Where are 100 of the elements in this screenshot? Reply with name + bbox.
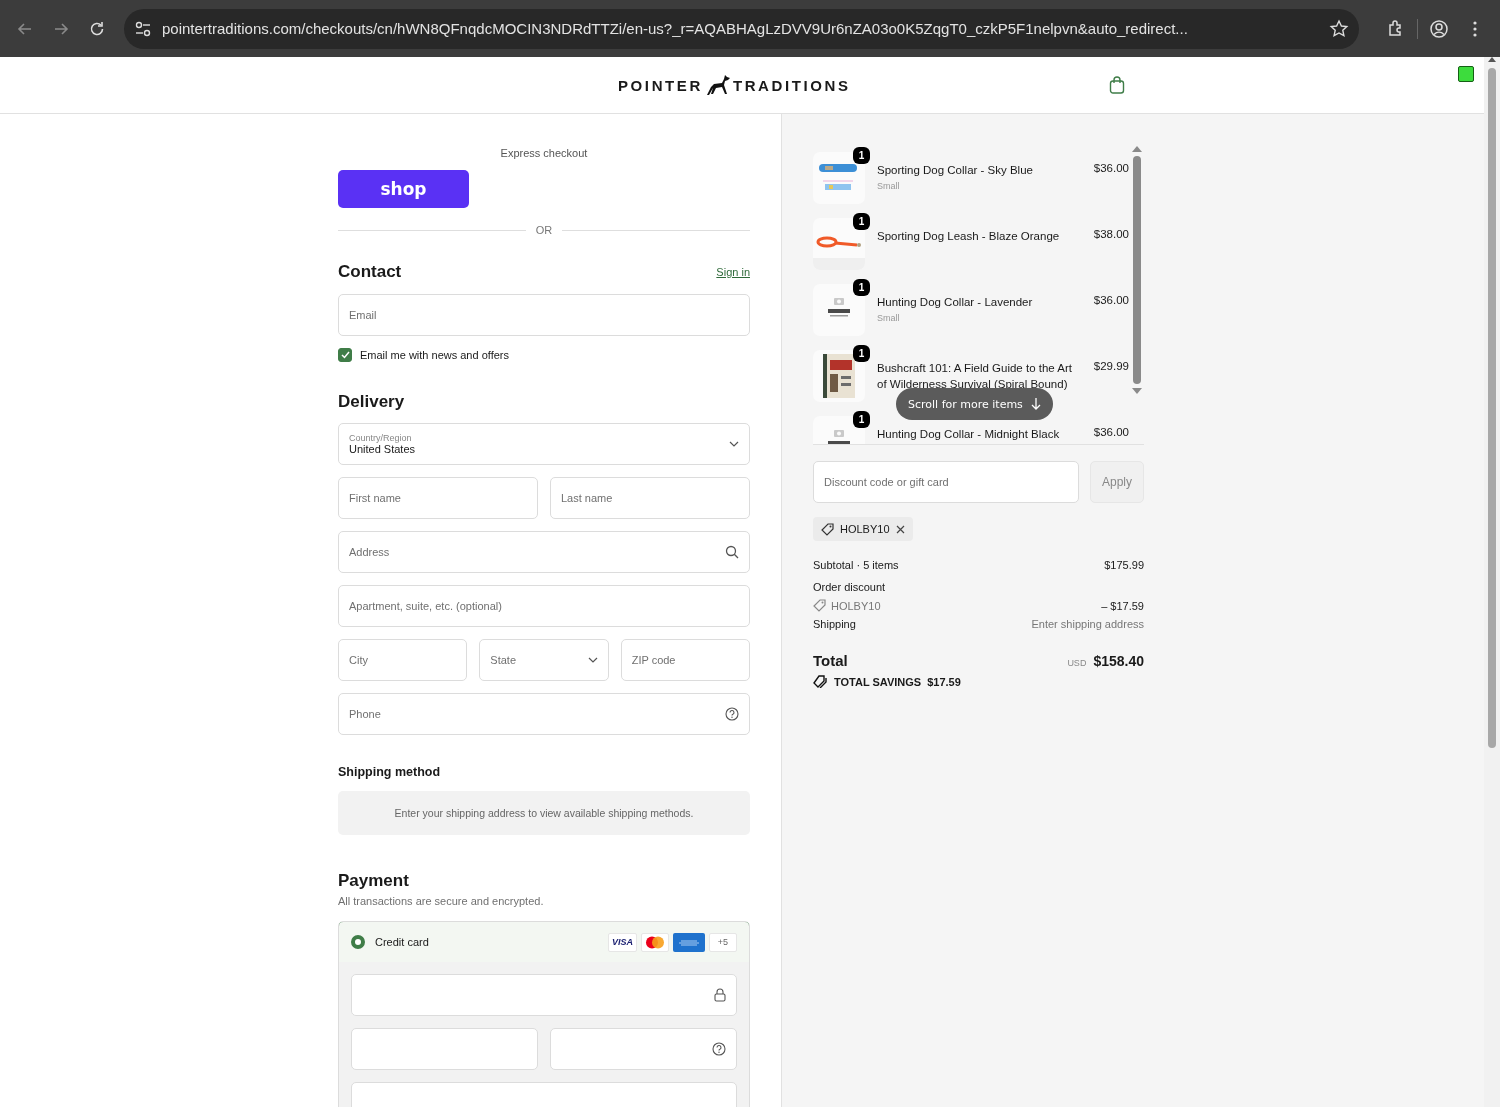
input-field[interactable]: Address <box>338 531 750 573</box>
total-label: Total <box>813 652 848 669</box>
site-settings-icon[interactable] <box>134 19 152 38</box>
input-field[interactable] <box>351 1028 538 1070</box>
input-field[interactable]: Phone <box>338 693 750 735</box>
payment-option[interactable]: Credit card VISA +5 <box>339 922 749 963</box>
url-text: pointertraditions.com/checkouts/cn/hWN8QFnqdcMOCIN3NDRdTTZi/en-us?_r=AQABHAgLzDVV9Ur6nZA03o0K5ZqgT0_czkP5F1nelpvn&auto_redirect... <box>162 20 1189 37</box>
product-price: $36.00 <box>1093 425 1129 438</box>
remove-icon[interactable] <box>895 524 905 534</box>
product-price: $38.00 <box>1093 227 1129 240</box>
field-value: United States <box>349 443 416 455</box>
placeholder-text: City <box>349 654 368 666</box>
input-field[interactable]: First name <box>338 477 538 519</box>
placeholder-text: Discount code or gift card <box>824 476 949 488</box>
input-field[interactable]: City <box>338 639 468 681</box>
product-variant: Small <box>877 313 901 323</box>
profile-icon[interactable] <box>1429 18 1449 39</box>
input-field[interactable]: Apartment, suite, etc. (optional) <box>338 585 750 627</box>
input-field[interactable] <box>550 1028 737 1070</box>
savings-amount: $17.59 <box>927 675 961 688</box>
savings-label: TOTAL SAVINGS <box>834 675 922 688</box>
checkbox-label: Email me with news and offers <box>360 349 509 361</box>
checkbox[interactable] <box>338 348 352 362</box>
product-name: Hunting Dog Collar - Midnight Black <box>877 427 1061 442</box>
lock-icon <box>714 988 726 1002</box>
product-price: $36.00 <box>1093 293 1129 306</box>
extension-indicator-icon <box>1458 66 1474 82</box>
scroll-up-icon[interactable] <box>1132 146 1142 152</box>
product-name: Sporting Dog Leash - Blaze Orange <box>877 229 1061 244</box>
quantity-badge: 1 <box>853 279 870 296</box>
total-amount: $158.40 <box>1093 652 1144 669</box>
currency-code: USD <box>1067 657 1087 668</box>
placeholder-text: Apartment, suite, etc. (optional) <box>349 600 502 612</box>
summary-value: $175.99 <box>1104 559 1144 571</box>
brand-name: TRADITIONS <box>732 76 851 94</box>
input-field[interactable]: Email <box>338 294 750 336</box>
quantity-badge: 1 <box>853 345 870 362</box>
checkmark-icon <box>340 351 350 359</box>
bookmark-star-icon[interactable] <box>1329 18 1349 39</box>
scroll-hint-button[interactable]: Scroll for more items <box>896 388 1053 420</box>
quantity-badge: 1 <box>853 411 870 428</box>
input-field[interactable]: ZIP code <box>620 639 750 681</box>
section-heading: Payment <box>338 871 410 891</box>
amex-logo-icon <box>673 932 705 952</box>
express-checkout-label: Express checkout <box>499 147 589 159</box>
shop-pay-button[interactable]: shop <box>338 170 469 208</box>
address-bar[interactable]: pointertraditions.com/checkouts/cn/hWN8QFnqdcMOCIN3NDRdTTZi/en-us?_r=AQABHAgLzDVV9Ur6nZA03o0K5ZqgT0_czkP5F1nelpvn&auto_redirect... <box>124 8 1359 49</box>
quantity-badge: 1 <box>853 213 870 230</box>
search-icon <box>725 545 739 559</box>
more-brands-badge: +5 <box>709 932 737 952</box>
card-brand-logo: VISA <box>608 932 637 952</box>
scroll-down-icon[interactable] <box>1132 388 1142 394</box>
product-name: Sporting Dog Collar - Sky Blue <box>877 163 1034 178</box>
brand-name: POINTER <box>618 76 703 94</box>
summary-label: Order discount <box>813 581 886 593</box>
payment-option-label: Credit card <box>375 936 430 948</box>
tag-icon <box>821 522 834 536</box>
dropdown-field[interactable]: Country/Region United States <box>338 423 750 465</box>
quantity-badge: 1 <box>853 147 870 164</box>
tag-icon <box>813 599 826 612</box>
tags-icon <box>813 675 828 688</box>
pointer-dog-logo-icon <box>704 74 731 96</box>
product-price: $36.00 <box>1093 161 1129 174</box>
summary-label: Shipping <box>813 618 856 630</box>
discount-code: HOLBY10 <box>840 523 890 535</box>
discount-code-chip[interactable]: HOLBY10 <box>813 517 913 541</box>
product-variant: Small <box>877 181 901 191</box>
product-name: Hunting Dog Collar - Lavender <box>877 295 1034 310</box>
summary-value: Enter shipping address <box>1031 618 1144 630</box>
sign-in-link[interactable]: Sign in <box>716 266 750 278</box>
divider-label: OR <box>535 224 553 236</box>
section-heading: Delivery <box>338 392 405 412</box>
placeholder-text: State <box>490 654 516 666</box>
placeholder-text: First name <box>349 492 401 504</box>
section-heading: Contact <box>338 262 402 282</box>
placeholder-text: Last name <box>561 492 613 504</box>
payment-subtitle: All transactions are secure and encrypted. <box>338 895 545 907</box>
field-label: Country/Region <box>349 433 413 443</box>
summary-label: Subtotal · 5 items <box>813 559 899 571</box>
section-heading: Shipping method <box>338 765 442 779</box>
help-icon <box>725 707 739 721</box>
discount-amount: – $17.59 <box>1101 599 1144 612</box>
help-icon <box>712 1042 726 1056</box>
shipping-notice: Enter your shipping address to view available shipping methods. <box>338 791 750 835</box>
chevron-down-icon <box>729 441 739 447</box>
page-scrollbar[interactable] <box>1484 57 1500 1107</box>
placeholder-text: Address <box>349 546 390 558</box>
input-field[interactable]: Last name <box>550 477 750 519</box>
mastercard-logo-icon <box>645 935 665 949</box>
placeholder-text: Email <box>349 309 377 321</box>
input-field[interactable] <box>351 974 737 1016</box>
radio-button[interactable] <box>351 935 365 949</box>
product-price: $29.99 <box>1093 359 1129 372</box>
placeholder-text: Phone <box>349 708 381 720</box>
chevron-down-icon <box>587 657 598 663</box>
shopping-bag-icon[interactable] <box>1108 76 1125 94</box>
arrow-down-icon <box>1030 398 1041 410</box>
discount-code: HOLBY10 <box>831 599 881 612</box>
placeholder-text: ZIP code <box>631 654 676 666</box>
dropdown-field[interactable]: State <box>479 639 609 681</box>
